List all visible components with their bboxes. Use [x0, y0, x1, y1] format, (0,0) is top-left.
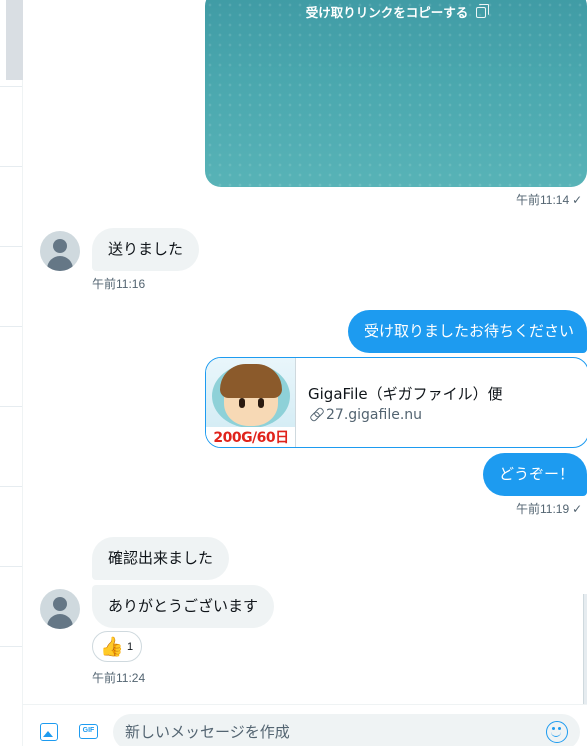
- divider: [0, 326, 22, 327]
- copy-icon: [476, 4, 490, 18]
- avatar[interactable]: [40, 231, 80, 271]
- timestamp-text: 午前11:14: [516, 193, 570, 207]
- link-preview-domain[interactable]: 27.gigafile.nu: [310, 407, 422, 423]
- divider: [0, 646, 22, 647]
- message-input[interactable]: 新しいメッセージを作成: [113, 714, 580, 746]
- timestamp-text: 午前11:19: [516, 502, 570, 516]
- avatar-body: [47, 614, 73, 629]
- message-timestamp: 午前11:19 ✓: [516, 500, 582, 517]
- reaction-count: 1: [127, 641, 134, 653]
- message-timestamp: 午前11:24: [92, 671, 146, 685]
- media-card-pattern: [205, 0, 587, 187]
- message-text: 送りました: [108, 240, 184, 258]
- divider: [0, 486, 22, 487]
- image-icon[interactable]: [38, 721, 60, 743]
- gif-label: GIF: [79, 724, 98, 739]
- scrollbar[interactable]: [583, 594, 587, 704]
- message-text: どうぞー！: [499, 465, 575, 483]
- dm-conversation: 受け取りリンクをコピーする 午前11:14 ✓ 送りました 午前11:16 受け取…: [0, 0, 587, 746]
- incoming-message-bubble[interactable]: ありがとうございます: [92, 585, 275, 628]
- thumbs-up-icon: 👍: [100, 636, 124, 658]
- link-domain-text: 27.gigafile.nu: [326, 407, 423, 423]
- incoming-message-bubble[interactable]: 送りました: [92, 228, 200, 271]
- link-icon: [310, 408, 322, 420]
- divider: [0, 246, 22, 247]
- outgoing-message-bubble[interactable]: どうぞー！: [483, 453, 587, 496]
- avatar[interactable]: [40, 589, 80, 629]
- message-timestamp: 午前11:16: [92, 277, 146, 291]
- link-preview-thumbnail: 200G/60日: [206, 358, 296, 447]
- incoming-message-bubble[interactable]: 確認出来ました: [92, 537, 230, 580]
- read-check-icon: ✓: [572, 502, 583, 516]
- message-composer: GIF 新しいメッセージを作成: [23, 704, 587, 746]
- avatar-head: [53, 239, 67, 253]
- reaction-chip[interactable]: 👍 1: [92, 631, 142, 662]
- sidebar-scroll-thumb[interactable]: [6, 0, 23, 80]
- sidebar-edge: [0, 0, 23, 746]
- copy-link-label: 受け取りリンクをコピーする: [305, 5, 469, 20]
- thumbnail-eye: [258, 398, 264, 408]
- message-text: ありがとうございます: [108, 597, 259, 615]
- message-text: 確認出来ました: [108, 549, 214, 567]
- read-check-icon: ✓: [572, 193, 583, 207]
- thumbnail-eye: [239, 398, 245, 408]
- message-text: 受け取りましたお待ちください: [364, 322, 575, 340]
- copy-link-button[interactable]: 受け取りリンクをコピーする: [205, 2, 587, 21]
- divider: [0, 166, 22, 167]
- thumbnail-banner: 200G/60日: [206, 427, 295, 447]
- divider: [0, 86, 22, 87]
- gif-icon[interactable]: GIF: [78, 721, 100, 743]
- divider: [0, 566, 22, 567]
- message-timestamp: 午前11:14 ✓: [516, 191, 582, 208]
- shared-media-card[interactable]: 受け取りリンクをコピーする: [205, 0, 587, 187]
- outgoing-message-bubble[interactable]: 受け取りましたお待ちください: [348, 310, 587, 353]
- link-preview-title: GigaFile（ギガファイル）便: [308, 385, 503, 403]
- thumbnail-hair: [220, 364, 282, 398]
- emoji-icon[interactable]: [546, 721, 568, 743]
- link-preview-card[interactable]: 200G/60日 GigaFile（ギガファイル）便 27.gigafile.n…: [205, 357, 587, 448]
- avatar-head: [53, 597, 67, 611]
- divider: [0, 406, 22, 407]
- avatar-body: [47, 256, 73, 271]
